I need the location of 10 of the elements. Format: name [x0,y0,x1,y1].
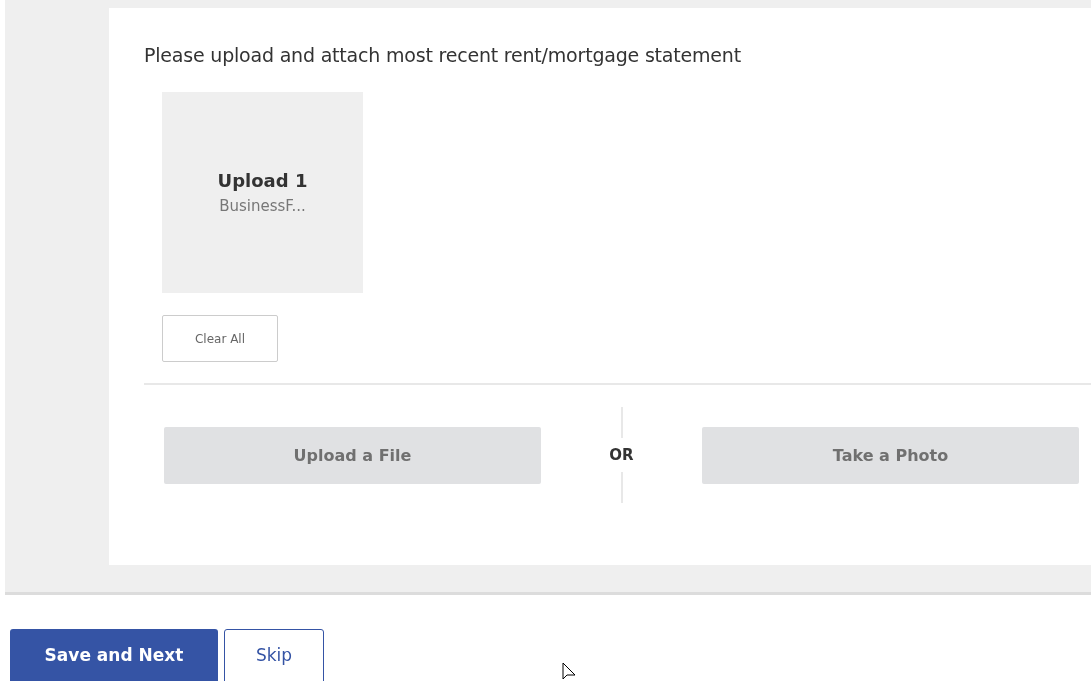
or-separator: OR [609,446,634,464]
upload-title: Upload 1 [217,170,308,191]
upload-file-button[interactable]: Upload a File [164,426,541,484]
save-next-button[interactable]: Save and Next [10,629,218,681]
take-photo-button[interactable]: Take a Photo [702,426,1079,484]
clear-all-button[interactable]: Clear All [162,315,278,362]
instruction-text: Please upload and attach most recent rent/mortgage statement [144,44,742,66]
skip-button[interactable]: Skip [224,629,324,681]
upload-tile[interactable]: Upload 1 BusinessF... [162,92,363,293]
file-name: BusinessF... [219,197,306,215]
